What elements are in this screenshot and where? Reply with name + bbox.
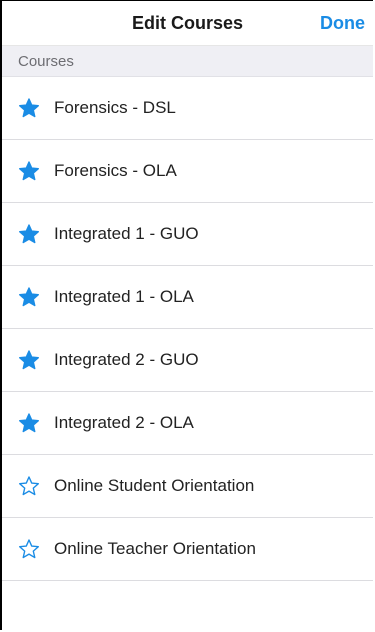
course-name: Integrated 1 - GUO [54,224,199,243]
star-filled-icon[interactable] [18,223,40,245]
course-name: Online Student Orientation [54,476,255,495]
course-row[interactable]: Forensics - OLA [2,140,373,203]
course-row[interactable]: Online Student Orientation [2,455,373,518]
star-filled-icon[interactable] [18,286,40,308]
course-name: Integrated 2 - GUO [54,350,199,369]
course-name: Forensics - DSL [54,98,176,117]
course-row[interactable]: Integrated 1 - GUO [2,203,373,266]
section-header-courses: Courses [2,46,373,77]
star-filled-icon[interactable] [18,349,40,371]
course-row[interactable]: Integrated 2 - OLA [2,392,373,455]
course-row[interactable]: Forensics - DSL [2,77,373,140]
course-row[interactable]: Integrated 1 - OLA [2,266,373,329]
done-button[interactable]: Done [320,1,365,45]
course-name: Integrated 1 - OLA [54,287,194,306]
navigation-bar: Edit Courses Done [2,1,373,46]
star-outline-icon[interactable] [18,475,40,497]
star-filled-icon[interactable] [18,160,40,182]
star-filled-icon[interactable] [18,412,40,434]
course-row[interactable]: Online Teacher Orientation [2,518,373,581]
course-row[interactable]: Integrated 2 - GUO [2,329,373,392]
course-list: Forensics - DSL Forensics - OLA Integrated… [2,77,373,581]
star-filled-icon[interactable] [18,97,40,119]
course-name: Online Teacher Orientation [54,539,256,558]
page-title: Edit Courses [131,12,244,33]
edit-courses-screen: Edit Courses Done Courses Forensics - DS… [0,0,373,630]
course-name: Integrated 2 - OLA [54,413,194,432]
star-outline-icon[interactable] [18,538,40,560]
course-name: Forensics - OLA [54,161,177,180]
